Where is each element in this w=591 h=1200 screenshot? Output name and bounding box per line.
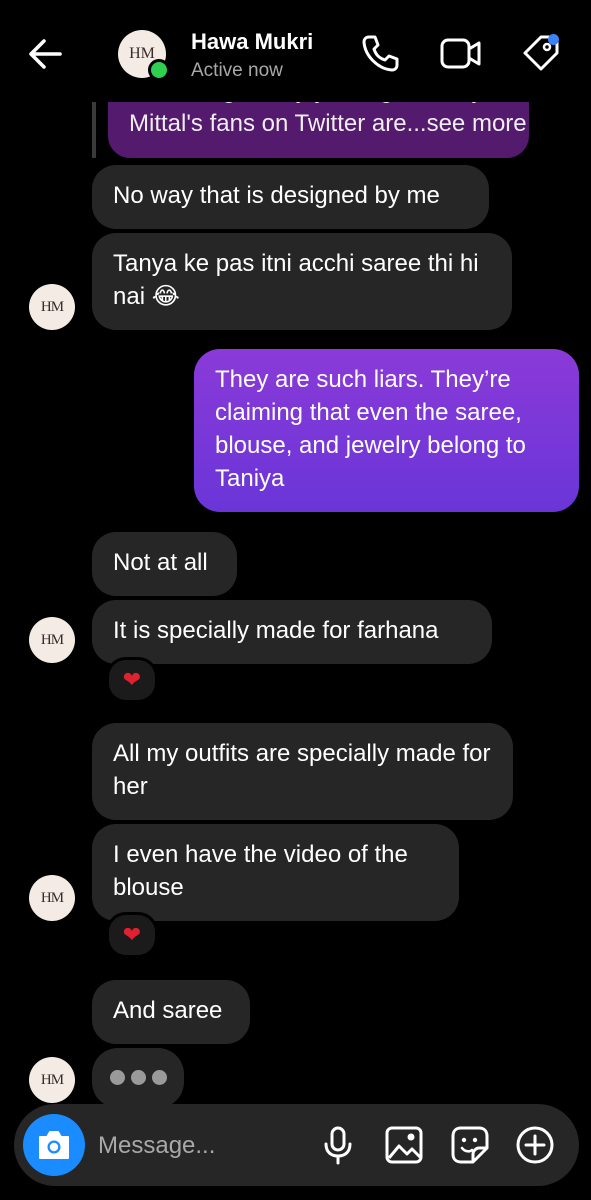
typing-dot (110, 1070, 125, 1085)
contact-name[interactable]: Hawa Mukri (191, 29, 313, 55)
camera-button[interactable] (23, 1114, 85, 1176)
online-status-dot (148, 59, 170, 81)
notification-dot (548, 34, 559, 45)
quoted-text-line: Mittal's fans on Twitter are...see more (129, 110, 527, 137)
heart-reaction-icon[interactable]: ❤ (106, 912, 158, 958)
phone-icon[interactable] (358, 31, 402, 75)
typing-dot (152, 1070, 167, 1085)
gallery-icon[interactable] (383, 1124, 425, 1166)
message-bubble-incoming[interactable]: It is specially made for farhana (92, 600, 492, 664)
message-bubble-incoming[interactable]: No way that is designed by me (92, 165, 489, 229)
message-bubble-incoming[interactable]: I even have the video of the blouse (92, 824, 459, 921)
message-bubble-incoming[interactable]: And saree (92, 980, 250, 1044)
video-camera-icon[interactable] (438, 31, 482, 75)
back-arrow-icon[interactable] (22, 30, 70, 78)
typing-dot (131, 1070, 146, 1085)
message-bubble-incoming[interactable]: All my outfits are specially made for he… (92, 723, 513, 820)
sender-avatar[interactable]: HM (29, 875, 75, 921)
add-icon[interactable] (514, 1124, 556, 1166)
message-bubble-outgoing[interactable]: They are such liars. They’re claiming th… (194, 349, 579, 512)
sticker-icon[interactable] (449, 1124, 491, 1166)
sender-avatar[interactable]: HM (29, 617, 75, 663)
message-input[interactable] (98, 1126, 308, 1166)
sender-avatar[interactable]: HM (29, 1057, 75, 1103)
sender-avatar[interactable]: HM (29, 284, 75, 330)
chat-header: HM Hawa Mukri Active now (0, 0, 591, 102)
heart-reaction-icon[interactable]: ❤ (106, 657, 158, 703)
active-status: Active now (191, 60, 283, 81)
microphone-icon[interactable] (317, 1124, 359, 1166)
message-bubble-incoming[interactable]: Not at all (92, 532, 237, 596)
typing-indicator (92, 1048, 184, 1108)
message-bubble-incoming[interactable]: Tanya ke pas itni acchi saree thi hi nai… (92, 233, 512, 330)
camera-icon (39, 1131, 69, 1159)
